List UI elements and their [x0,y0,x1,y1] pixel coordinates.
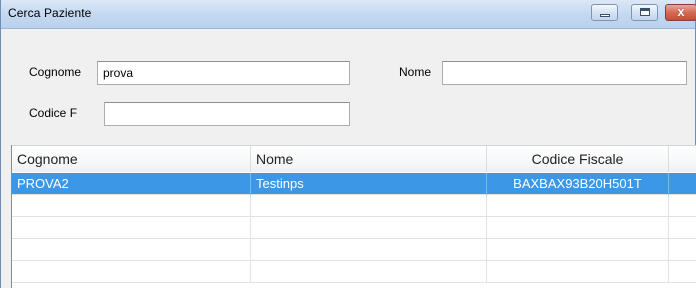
cell-filler [669,195,696,217]
cell-cognome: PROVA2 [12,173,251,195]
cell-nome: Testinps [251,173,487,195]
table-row[interactable] [12,239,696,261]
cell-nome [251,261,487,283]
cell-filler [669,217,696,239]
column-header-codice-fiscale[interactable]: Codice Fiscale [487,146,669,172]
table-row[interactable] [12,217,696,239]
table-row[interactable] [12,261,696,283]
maximize-button[interactable] [631,4,658,21]
minimize-icon [600,14,610,17]
cell-cognome [12,217,251,239]
results-grid: Cognome Nome Codice Fiscale PROVA2 Testi… [11,145,696,288]
cell-nome [251,217,487,239]
cell-cognome [12,261,251,283]
search-patient-window: Cerca Paziente x Cognome Nome Codice F C… [0,0,696,288]
column-header-nome[interactable]: Nome [251,146,487,172]
close-button[interactable]: x [665,4,696,21]
cell-filler [669,239,696,261]
cell-cognome [12,239,251,261]
cell-filler [669,173,696,195]
cell-codice-fiscale: BAXBAX93B20H501T [487,173,669,195]
table-row[interactable]: PROVA2 Testinps BAXBAX93B20H501T [12,173,696,195]
title-bar[interactable]: Cerca Paziente x [1,0,696,29]
search-form: Cognome Nome Codice F [1,29,695,145]
cell-nome [251,239,487,261]
grid-header: Cognome Nome Codice Fiscale [12,145,696,172]
close-icon: x [677,4,685,19]
codice-fiscale-input[interactable] [104,102,350,126]
cell-nome [251,195,487,217]
cell-filler [669,261,696,283]
cell-codice-fiscale [487,261,669,283]
codice-fiscale-label: Codice F [29,106,78,120]
nome-label: Nome [399,65,432,79]
cell-codice-fiscale [487,239,669,261]
cell-codice-fiscale [487,217,669,239]
cognome-input[interactable] [97,61,350,85]
maximize-icon [640,8,650,16]
nome-input[interactable] [442,61,687,85]
cell-codice-fiscale [487,195,669,217]
column-header-filler [669,146,696,172]
cell-cognome [12,195,251,217]
window-title: Cerca Paziente [8,6,92,20]
column-header-cognome[interactable]: Cognome [12,146,251,172]
cognome-label: Cognome [29,65,82,79]
minimize-button[interactable] [591,4,618,21]
table-row[interactable] [12,195,696,217]
